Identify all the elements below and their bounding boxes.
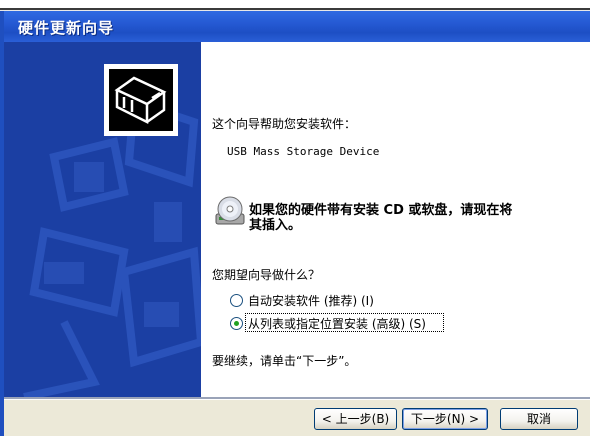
cancel-button[interactable]: 取消 [500, 408, 578, 430]
continue-hint: 要继续，请单击“下一步”。 [212, 354, 357, 368]
window-title: 硬件更新向导 [18, 19, 115, 37]
next-button[interactable]: 下一步(N) > [402, 408, 488, 430]
button-bar: < 上一步(B) 下一步(N) > 取消 [4, 400, 590, 436]
wizard-window: 硬件更新向导 这个向导帮助您安装软件： USB Mass Storage Dev… [0, 0, 590, 436]
device-name: USB Mass Storage Device [227, 145, 380, 158]
side-panel-graphic [23, 64, 201, 397]
back-button[interactable]: < 上一步(B) [314, 408, 397, 430]
intro-text: 这个向导帮助您安装软件： [212, 117, 357, 131]
hardware-wizard-icon [104, 64, 178, 136]
option-auto-install-label[interactable]: 自动安装软件 (推荐) (I) [248, 292, 374, 309]
title-bar[interactable]: 硬件更新向导 [4, 11, 590, 42]
wizard-side-panel [4, 42, 201, 397]
cd-disk-icon [213, 195, 247, 227]
option-advanced-install-label[interactable]: 从列表或指定位置安装 (高级) (S) [248, 315, 426, 332]
radio-advanced-install[interactable] [230, 317, 243, 330]
radio-selected-dot [234, 321, 239, 326]
question-text: 您期望向导做什么？ [212, 268, 321, 282]
radio-auto-install[interactable] [230, 294, 243, 307]
wizard-content: 这个向导帮助您安装软件： USB Mass Storage Device 如果您… [201, 42, 590, 397]
top-border [0, 8, 590, 10]
cd-prompt-line2: 其插入。 [249, 218, 302, 233]
